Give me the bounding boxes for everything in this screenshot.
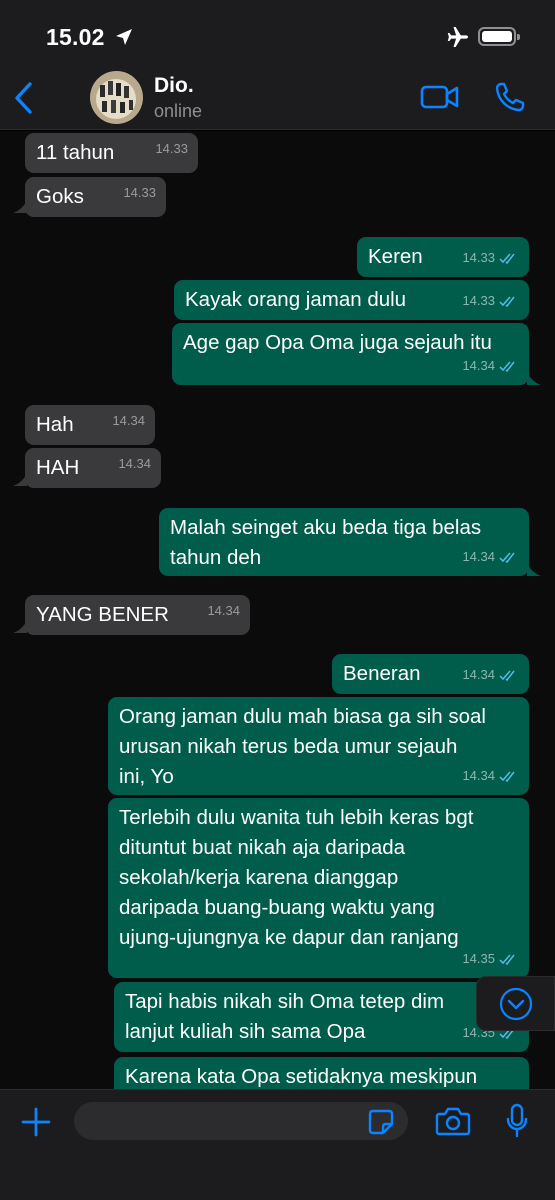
message-incoming[interactable]: HAH 14.34 xyxy=(25,448,161,488)
read-receipt-icon xyxy=(499,253,515,264)
bubble-tail xyxy=(527,564,541,576)
read-receipt-icon xyxy=(499,296,515,307)
message-meta: 14.34 xyxy=(462,660,517,690)
message-text-line: dituntut buat nikah aja daripada xyxy=(119,836,406,859)
location-arrow-icon xyxy=(116,29,132,45)
message-meta: 14.35 xyxy=(462,944,517,974)
message-text-line: daripada buang-buang waktu yang xyxy=(119,896,435,919)
message-time: 14.34 xyxy=(207,603,240,618)
battery-icon xyxy=(478,27,520,46)
message-meta: 14.34 xyxy=(462,351,517,381)
avatar[interactable] xyxy=(90,71,143,124)
message-outgoing[interactable]: Terlebih dulu wanita tuh lebih keras bgt… xyxy=(108,798,529,978)
chat-area[interactable]: 11 tahun 14.33 Goks 14.33 Keren 14.33 Ka… xyxy=(0,131,555,1089)
status-bar: 15.02 xyxy=(0,0,555,66)
camera-icon[interactable] xyxy=(435,1106,471,1136)
read-receipt-icon xyxy=(499,954,515,965)
contact-status: online xyxy=(154,101,203,121)
message-text-line: Orang jaman dulu mah biasa ga sih soal xyxy=(119,705,486,728)
message-input-bar xyxy=(0,1089,555,1200)
message-text-line: lanjut kuliah sih sama Opa xyxy=(125,1020,366,1043)
message-outgoing[interactable]: Beneran 14.34 xyxy=(332,654,529,694)
message-incoming[interactable]: Goks 14.33 xyxy=(25,177,166,217)
chevron-down-circle-icon xyxy=(499,987,533,1021)
message-outgoing[interactable]: Age gap Opa Oma juga sejauh itu 14.34 xyxy=(172,323,529,385)
message-text-line: ujung-ujungnya ke dapur dan ranjang xyxy=(119,926,459,949)
message-incoming[interactable]: Hah 14.34 xyxy=(25,405,155,445)
message-outgoing[interactable]: Keren 14.33 xyxy=(357,237,529,277)
message-outgoing[interactable]: Karena kata Opa setidaknya meskipun xyxy=(114,1057,529,1089)
message-input[interactable] xyxy=(74,1102,408,1140)
message-time: 14.34 xyxy=(112,413,145,428)
message-text-line: Malah seinget aku beda tiga belas xyxy=(170,516,482,539)
message-outgoing[interactable]: Orang jaman dulu mah biasa ga sih soal u… xyxy=(108,697,529,795)
contact-name[interactable]: Dio. xyxy=(154,74,194,98)
read-receipt-icon xyxy=(499,361,515,372)
video-camera-icon[interactable] xyxy=(420,83,460,111)
message-text-line: urusan nikah terus beda umur sejauh xyxy=(119,735,458,758)
read-receipt-icon xyxy=(499,771,515,782)
bubble-tail xyxy=(527,373,541,385)
airplane-icon xyxy=(447,27,468,47)
status-time: 15.02 xyxy=(46,24,105,50)
read-receipt-icon xyxy=(499,552,515,563)
phone-icon[interactable] xyxy=(494,81,526,113)
message-time: 14.33 xyxy=(155,141,188,156)
message-meta: 14.34 xyxy=(462,542,517,572)
message-text-line: ini, Yo xyxy=(119,765,174,788)
message-meta: 14.33 xyxy=(462,243,517,273)
message-text-line: Terlebih dulu wanita tuh lebih keras bgt xyxy=(119,806,474,829)
message-incoming[interactable]: YANG BENER 14.34 xyxy=(25,595,250,635)
message-incoming[interactable]: 11 tahun 14.33 xyxy=(25,133,198,173)
plus-icon[interactable] xyxy=(20,1106,52,1138)
chevron-left-icon[interactable] xyxy=(10,80,40,116)
microphone-icon[interactable] xyxy=(505,1103,529,1139)
message-text-line: Karena kata Opa setidaknya meskipun xyxy=(125,1065,478,1088)
message-outgoing[interactable]: Tapi habis nikah sih Oma tetep dim lanju… xyxy=(114,982,529,1052)
message-meta: 14.34 xyxy=(462,761,517,791)
message-text-line: Tapi habis nikah sih Oma tetep dim xyxy=(125,990,445,1013)
sticker-icon[interactable] xyxy=(367,1108,395,1136)
scroll-to-bottom-button[interactable] xyxy=(476,976,555,1031)
message-outgoing[interactable]: Kayak orang jaman dulu 14.33 xyxy=(174,280,529,320)
message-outgoing[interactable]: Malah seinget aku beda tiga belas tahun … xyxy=(159,508,529,576)
message-time: 14.34 xyxy=(118,456,151,471)
read-receipt-icon xyxy=(499,670,515,681)
chat-header: Dio. online xyxy=(0,66,555,130)
message-text-line: sekolah/kerja karena dianggap xyxy=(119,866,399,889)
message-meta: 14.33 xyxy=(462,286,517,316)
message-time: 14.33 xyxy=(123,185,156,200)
